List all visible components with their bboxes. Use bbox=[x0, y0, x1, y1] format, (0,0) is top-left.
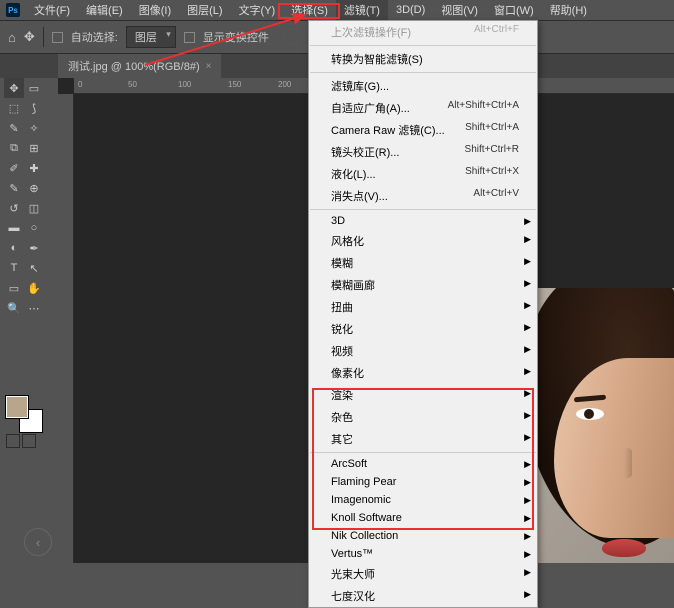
tab-title: 测试.jpg @ 100%(RGB/8#) bbox=[68, 58, 200, 74]
menu-filter[interactable]: 滤镜(T) bbox=[336, 0, 388, 20]
menu-item-stylize[interactable]: 风格化▶ bbox=[309, 230, 537, 252]
lasso-tool[interactable]: ⟆ bbox=[24, 98, 44, 118]
menu-item-render[interactable]: 渲染▶ bbox=[309, 384, 537, 406]
show-transform-checkbox[interactable] bbox=[184, 32, 195, 43]
frame-tool[interactable]: ⊞ bbox=[24, 138, 44, 158]
auto-select-label: 自动选择: bbox=[71, 29, 118, 45]
menu-item-3d[interactable]: 3D▶ bbox=[309, 212, 537, 230]
foreground-color[interactable] bbox=[6, 396, 28, 418]
close-icon[interactable]: × bbox=[206, 61, 212, 72]
toolbox: ✥ ▭ ⬚ ⟆ ✎ ✧ ⧉ ⊞ ✐ ✚ ✎ ⊕ ↺ ◫ ▬ ○ ◐ ✒ T ↖ … bbox=[4, 78, 44, 318]
artboard-tool[interactable]: ▭ bbox=[24, 78, 44, 98]
stamp-tool[interactable]: ⊕ bbox=[24, 178, 44, 198]
filter-menu-dropdown: 上次滤镜操作(F)Alt+Ctrl+F 转换为智能滤镜(S) 滤镜库(G)...… bbox=[308, 20, 538, 608]
eraser-tool[interactable]: ◫ bbox=[24, 198, 44, 218]
menu-item-flaming-pear[interactable]: Flaming Pear▶ bbox=[309, 473, 537, 491]
heal-tool[interactable]: ✚ bbox=[24, 158, 44, 178]
menu-help[interactable]: 帮助(H) bbox=[542, 0, 595, 20]
menu-item-other[interactable]: 其它▶ bbox=[309, 428, 537, 450]
menu-item-smart-filter[interactable]: 转换为智能滤镜(S) bbox=[309, 48, 537, 70]
menu-item-last-filter[interactable]: 上次滤镜操作(F)Alt+Ctrl+F bbox=[309, 21, 537, 43]
menu-item-lens-correction[interactable]: 镜头校正(R)...Shift+Ctrl+R bbox=[309, 141, 537, 163]
menu-item-vanishing-point[interactable]: 消失点(V)...Alt+Ctrl+V bbox=[309, 185, 537, 207]
menu-item-imagenomic[interactable]: Imagenomic▶ bbox=[309, 491, 537, 509]
type-tool[interactable]: T bbox=[4, 258, 24, 278]
ruler-tick: 50 bbox=[128, 80, 137, 89]
vertical-ruler bbox=[58, 94, 74, 563]
quick-mask-mode[interactable] bbox=[22, 434, 36, 448]
menu-file[interactable]: 文件(F) bbox=[26, 0, 78, 20]
menu-item-vertus[interactable]: Vertus™▶ bbox=[309, 545, 537, 563]
menu-item-qidu[interactable]: 七度汉化▶ bbox=[309, 585, 537, 607]
show-transform-label: 显示变换控件 bbox=[203, 29, 269, 45]
menu-item-pixelate[interactable]: 像素化▶ bbox=[309, 362, 537, 384]
layer-dropdown[interactable]: 图层 bbox=[126, 26, 176, 48]
menu-item-distort[interactable]: 扭曲▶ bbox=[309, 296, 537, 318]
menu-item-video[interactable]: 视频▶ bbox=[309, 340, 537, 362]
menu-edit[interactable]: 编辑(E) bbox=[78, 0, 131, 20]
ruler-tick: 200 bbox=[278, 80, 291, 89]
menu-item-knoll[interactable]: Knoll Software▶ bbox=[309, 509, 537, 527]
mask-mode bbox=[6, 434, 36, 448]
zoom-tool[interactable]: 🔍 bbox=[4, 298, 24, 318]
hand-tool[interactable]: ✋ bbox=[24, 278, 44, 298]
menu-image[interactable]: 图像(I) bbox=[131, 0, 179, 20]
menu-item-filter-gallery[interactable]: 滤镜库(G)... bbox=[309, 75, 537, 97]
menu-item-blur[interactable]: 模糊▶ bbox=[309, 252, 537, 274]
path-tool[interactable]: ↖ bbox=[24, 258, 44, 278]
crop-tool[interactable]: ⧉ bbox=[4, 138, 24, 158]
collapse-button[interactable]: ‹ bbox=[24, 528, 52, 556]
document-tab[interactable]: 测试.jpg @ 100%(RGB/8#) × bbox=[58, 54, 221, 78]
ruler-tick: 0 bbox=[78, 80, 82, 89]
brush-tool[interactable]: ✎ bbox=[4, 178, 24, 198]
menu-item-camera-raw[interactable]: Camera Raw 滤镜(C)...Shift+Ctrl+A bbox=[309, 119, 537, 141]
move-tool[interactable]: ✥ bbox=[4, 78, 24, 98]
menu-window[interactable]: 窗口(W) bbox=[486, 0, 542, 20]
magic-wand-tool[interactable]: ✧ bbox=[24, 118, 44, 138]
menu-item-sharpen[interactable]: 锐化▶ bbox=[309, 318, 537, 340]
shape-tool[interactable]: ▭ bbox=[4, 278, 24, 298]
history-brush-tool[interactable]: ↺ bbox=[4, 198, 24, 218]
move-tool-icon: ✥ bbox=[24, 29, 35, 45]
menu-item-arcsoft[interactable]: ArcSoft▶ bbox=[309, 455, 537, 473]
menu-item-adaptive-wide[interactable]: 自适应广角(A)...Alt+Shift+Ctrl+A bbox=[309, 97, 537, 119]
gradient-tool[interactable]: ▬ bbox=[4, 218, 24, 238]
menu-bar: Ps 文件(F) 编辑(E) 图像(I) 图层(L) 文字(Y) 选择(S) 滤… bbox=[0, 0, 674, 20]
auto-select-checkbox[interactable] bbox=[52, 32, 63, 43]
menu-type[interactable]: 文字(Y) bbox=[231, 0, 284, 20]
menu-select[interactable]: 选择(S) bbox=[283, 0, 336, 20]
menu-item-noise[interactable]: 杂色▶ bbox=[309, 406, 537, 428]
menu-view[interactable]: 视图(V) bbox=[433, 0, 486, 20]
ruler-tick: 100 bbox=[178, 80, 191, 89]
dodge-tool[interactable]: ◐ bbox=[4, 238, 24, 258]
menu-item-blur-gallery[interactable]: 模糊画廊▶ bbox=[309, 274, 537, 296]
color-swatches[interactable] bbox=[6, 396, 42, 432]
menu-item-light-beam[interactable]: 光束大师▶ bbox=[309, 563, 537, 585]
menu-3d[interactable]: 3D(D) bbox=[388, 2, 433, 18]
menu-layer[interactable]: 图层(L) bbox=[179, 0, 230, 20]
edit-toolbar[interactable]: ⋯ bbox=[24, 298, 44, 318]
marquee-tool[interactable]: ⬚ bbox=[4, 98, 24, 118]
pen-tool[interactable]: ✒ bbox=[24, 238, 44, 258]
home-icon[interactable]: ⌂ bbox=[8, 30, 16, 45]
menu-item-liquify[interactable]: 液化(L)...Shift+Ctrl+X bbox=[309, 163, 537, 185]
app-icon: Ps bbox=[6, 3, 20, 17]
standard-mode[interactable] bbox=[6, 434, 20, 448]
eyedropper-tool[interactable]: ✐ bbox=[4, 158, 24, 178]
blur-tool[interactable]: ○ bbox=[24, 218, 44, 238]
menu-item-nik[interactable]: Nik Collection▶ bbox=[309, 527, 537, 545]
ruler-tick: 150 bbox=[228, 80, 241, 89]
align-icon[interactable] bbox=[283, 29, 299, 45]
quick-select-tool[interactable]: ✎ bbox=[4, 118, 24, 138]
